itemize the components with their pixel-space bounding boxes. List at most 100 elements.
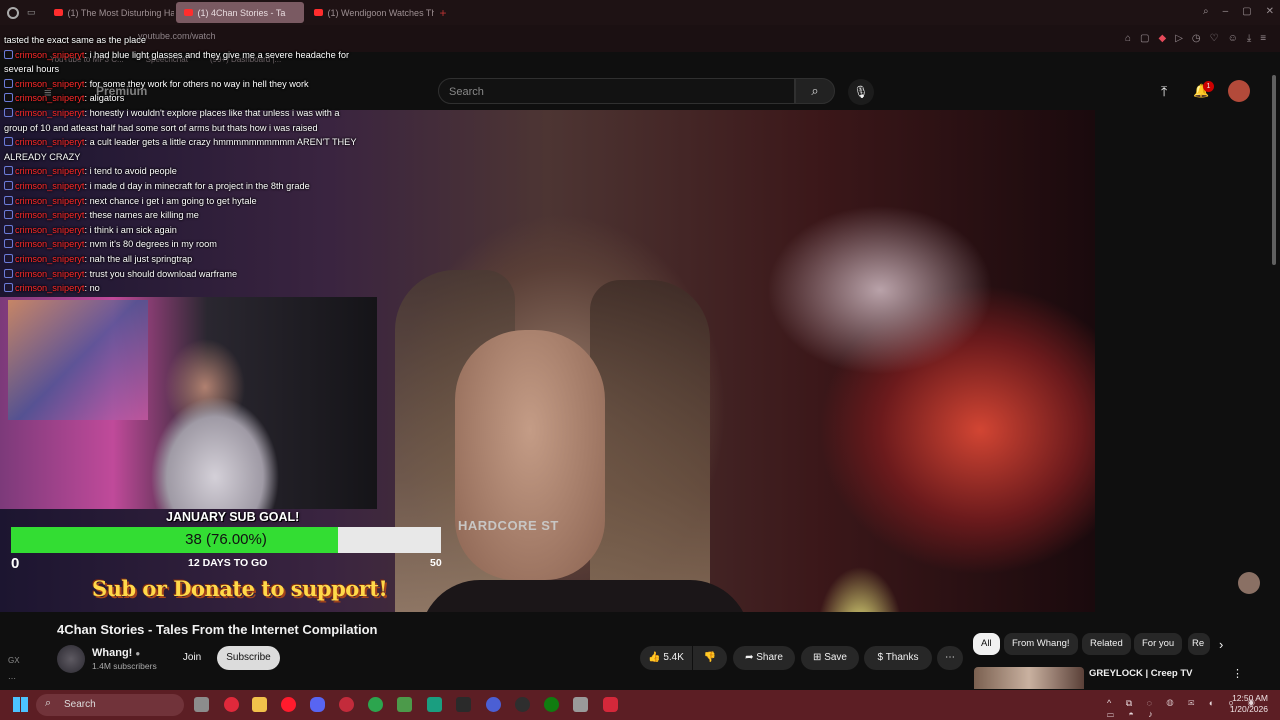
game-launcher-icon[interactable] [397, 697, 412, 712]
discord-icon[interactable] [310, 697, 325, 712]
obs-icon[interactable] [515, 697, 530, 712]
chat-message: crimson_sniperyt: i had blue light glass… [4, 49, 350, 75]
taskbar-clock[interactable]: 12:50 AM 1/20/2026 [1228, 693, 1268, 715]
chat-badge-icon [4, 107, 13, 117]
upload-icon[interactable]: ⤒ [1161, 83, 1167, 100]
chat-message: crimson_sniperyt: trust you should downl… [4, 267, 364, 282]
browser-logo-icon[interactable] [7, 6, 19, 19]
profile-icon[interactable]: ☺ [1228, 33, 1238, 44]
chip-for-you[interactable]: For you [1134, 633, 1183, 655]
sub-goal-widget: JANUARY SUB GOAL! 38 (76.00%) 0 12 DAYS … [0, 509, 450, 612]
chat-text: nvm it's 80 degrees in my room [89, 239, 217, 250]
close-icon[interactable]: ✕ [1266, 6, 1274, 17]
video-title: 4Chan Stories - Tales From the Internet … [57, 622, 378, 637]
screenshot-icon[interactable]: ▢ [1140, 33, 1149, 44]
save-button[interactable]: ⊞ Save [801, 646, 859, 670]
subscribe-button[interactable]: Subscribe [217, 646, 280, 670]
chrome-icon[interactable] [368, 697, 383, 712]
chat-message: crimson_sniperyt: these names are killin… [4, 208, 364, 223]
more-actions-icon[interactable]: ⋯ [937, 646, 963, 670]
recommended-title[interactable]: GREYLOCK | Creep TV [1089, 668, 1192, 679]
sub-goal-support-text: Sub or Donate to support! [92, 576, 388, 601]
search-icon[interactable]: ⌕ [1203, 6, 1209, 17]
file-explorer-icon[interactable] [252, 697, 267, 712]
tab-manager-icon[interactable]: ▭ [27, 7, 36, 18]
chip-related[interactable]: Related [1082, 633, 1131, 655]
chat-username: crimson_sniperyt [15, 268, 85, 279]
save-playlist-icon: ⊞ [813, 652, 822, 663]
task-view-icon[interactable] [194, 697, 209, 712]
new-tab-plus-icon[interactable]: + [440, 6, 447, 20]
share-button[interactable]: ➦ Share [733, 646, 795, 670]
chip-from-whang[interactable]: From Whang! [1004, 633, 1078, 655]
thumbs-up-icon: 👍 [648, 652, 661, 663]
chat-text: nah the all just springtrap [89, 253, 193, 264]
media-icon[interactable] [573, 697, 588, 712]
chat-badge-icon [4, 268, 13, 278]
menu-icon[interactable]: ≡ [1260, 33, 1266, 44]
download-icon[interactable]: ⤓ [1247, 33, 1251, 44]
heart-icon[interactable]: ♡ [1210, 33, 1219, 44]
more-icon[interactable]: ⋯ [8, 674, 16, 683]
dislike-button[interactable]: 👎 [693, 646, 727, 670]
sub-goal-days-left: 12 DAYS TO GO [188, 557, 268, 569]
chat-username: crimson_sniperyt [15, 283, 85, 294]
chat-text: trust you should download warframe [89, 268, 238, 279]
tab-most-disturbing[interactable]: (1) The Most Disturbing Ha [46, 2, 174, 23]
search-button[interactable]: ⌕ [795, 78, 835, 104]
join-button[interactable]: Join [175, 646, 209, 670]
recommended-thumbnail[interactable] [974, 667, 1084, 689]
windows-start-icon[interactable] [13, 697, 28, 712]
maximize-icon[interactable]: ▢ [1242, 6, 1251, 17]
video-frame-detail [420, 580, 750, 612]
opera-gx-icon[interactable] [339, 697, 354, 712]
recommended-menu-icon[interactable]: ⋮ [1232, 667, 1243, 680]
video-frame-detail [455, 330, 605, 580]
chat-badge-icon [4, 195, 13, 205]
bookmark-icon[interactable]: ⌂ [1125, 33, 1131, 44]
tab-wendigoon[interactable]: (1) Wendigoon Watches Th [306, 2, 434, 23]
chat-text: next chance i get i am going to get hyta… [89, 195, 257, 206]
taskbar-search[interactable]: Search [36, 694, 184, 716]
gx-icon[interactable]: GX [8, 656, 20, 665]
side-icons: GX ⋯ [8, 652, 20, 688]
chat-message: crimson_sniperyt: i tend to avoid people [4, 164, 364, 179]
channel-avatar[interactable] [57, 645, 85, 673]
chat-message: crimson_sniperyt: i made d day in minecr… [4, 179, 364, 194]
viewer-avatar [1238, 572, 1260, 594]
scrollbar[interactable] [1272, 75, 1276, 265]
tab-4chan-stories[interactable]: (1) 4Chan Stories - Ta [175, 2, 304, 23]
chevron-right-icon[interactable]: › [1219, 637, 1223, 652]
thanks-dollar-icon: $ [877, 652, 884, 663]
history-icon[interactable]: ◷ [1192, 33, 1201, 44]
chip-all[interactable]: All [973, 633, 1000, 655]
youtube-icon [53, 9, 63, 16]
terminal-icon[interactable] [427, 697, 442, 712]
chat-username: crimson_sniperyt [15, 239, 85, 250]
search-input[interactable]: Search [438, 78, 795, 104]
play-icon[interactable]: ▷ [1175, 33, 1183, 44]
chat-text: tasted the exact same as the place [4, 35, 146, 45]
chat-badge-icon [4, 283, 13, 293]
chat-text: no [89, 283, 100, 294]
thanks-button[interactable]: $ Thanks [864, 646, 932, 670]
app-icon[interactable] [486, 697, 501, 712]
screen: ▭ (1) The Most Disturbing Ha (1) 4Chan S… [0, 0, 1280, 720]
chip-recently[interactable]: Re [1188, 633, 1210, 655]
chat-badge-icon [4, 224, 13, 234]
xbox-icon[interactable] [544, 697, 559, 712]
chat-username: crimson_sniperyt [15, 137, 85, 148]
minimize-icon[interactable]: – [1223, 6, 1229, 17]
opera-icon[interactable] [281, 697, 296, 712]
opera-gx-icon[interactable] [224, 697, 239, 712]
shield-icon[interactable]: ◆ [1159, 33, 1167, 44]
voice-search-mic-icon[interactable]: 🎙 [848, 79, 874, 105]
spark-icon[interactable] [456, 697, 471, 712]
channel-name[interactable]: Whang! ● [92, 647, 140, 659]
opera-gx-active-icon[interactable] [603, 697, 618, 712]
youtube-icon [313, 9, 323, 16]
chat-text: i made d day in minecraft for a project … [89, 180, 310, 191]
like-button[interactable]: 👍 5.4K [640, 646, 692, 670]
chat-username: crimson_sniperyt [15, 166, 85, 177]
account-avatar[interactable] [1228, 80, 1250, 102]
